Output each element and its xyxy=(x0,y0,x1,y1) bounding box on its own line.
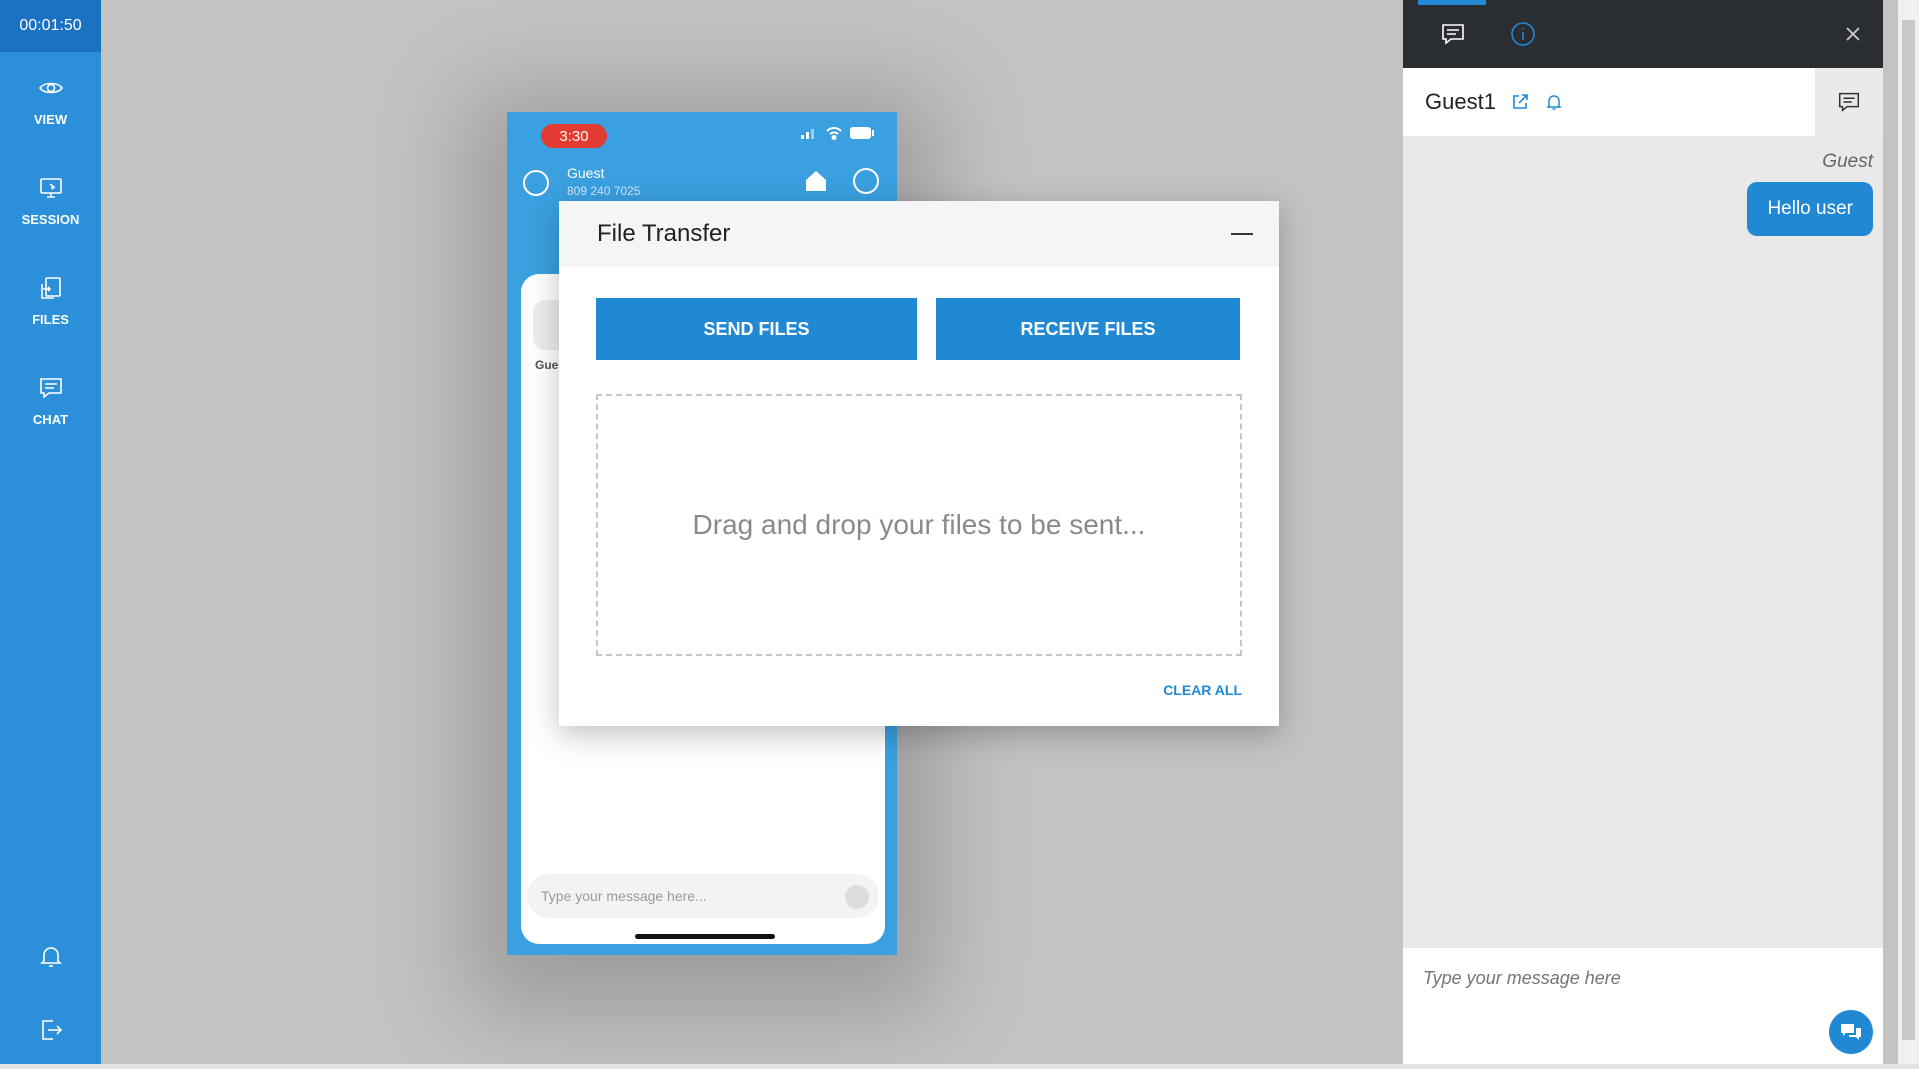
scrollbar-thumb[interactable] xyxy=(1902,20,1915,1040)
external-link-icon[interactable] xyxy=(1510,92,1530,112)
chat-tab-icon[interactable] xyxy=(1439,20,1467,48)
active-tab-indicator xyxy=(1418,0,1486,5)
chat-tabbar xyxy=(1403,0,1883,68)
dialog-header: File Transfer xyxy=(559,201,1279,267)
bottom-divider xyxy=(0,1064,1919,1069)
file-transfer-icon xyxy=(40,277,61,299)
phone-send-icon[interactable] xyxy=(845,885,869,909)
eye-icon xyxy=(38,82,63,94)
guest-avatar-icon xyxy=(523,170,549,196)
message-bubble: Hello user xyxy=(1747,182,1873,236)
sidebar-item-label: SESSION xyxy=(21,212,80,227)
chat-icon xyxy=(39,378,62,399)
sidebar-item-chat[interactable]: CHAT xyxy=(0,374,101,427)
clear-all-button[interactable]: CLEAR ALL xyxy=(1163,682,1242,698)
sidebar-item-files[interactable]: FILES xyxy=(0,274,101,327)
chat-input-area xyxy=(1403,948,1883,1064)
signal-icon xyxy=(801,129,814,139)
chat-header: Guest1 xyxy=(1403,68,1883,136)
chat-bubbles-icon xyxy=(1841,1024,1861,1040)
chat-guest-title: Guest1 xyxy=(1425,89,1496,114)
phone-status-icons xyxy=(801,126,875,140)
chat-support-button[interactable] xyxy=(1829,1010,1873,1054)
notifications-button[interactable] xyxy=(0,942,101,970)
sidebar-item-session[interactable]: SESSION xyxy=(0,174,101,227)
app-root: 00:01:50 VIEW SESSION FILES CHAT 3:30 Gu… xyxy=(0,0,1919,1069)
logout-icon xyxy=(41,1020,62,1040)
sidebar-item-label: VIEW xyxy=(33,112,68,127)
chat-icon xyxy=(1838,92,1860,112)
page-scrollbar[interactable] xyxy=(1898,0,1919,1064)
home-icon[interactable] xyxy=(803,168,829,194)
battery-icon xyxy=(850,127,874,139)
phone-input-placeholder: Type your message here... xyxy=(541,888,707,904)
session-timer: 00:01:50 xyxy=(0,0,101,52)
chat-panel: Guest1 Guest Hello user xyxy=(1403,0,1883,1064)
file-transfer-dialog: File Transfer SEND FILES RECEIVE FILES D… xyxy=(559,201,1279,726)
bell-icon[interactable] xyxy=(1544,92,1564,112)
pause-icon[interactable] xyxy=(853,168,879,194)
phone-status-time: 3:30 xyxy=(541,124,607,148)
logout-button[interactable] xyxy=(0,1016,101,1044)
monitor-icon xyxy=(39,178,62,198)
sidebar-item-label: FILES xyxy=(32,312,69,327)
file-dropzone[interactable]: Drag and drop your files to be sent... xyxy=(596,394,1242,656)
receive-files-button[interactable]: RECEIVE FILES xyxy=(936,298,1240,360)
info-icon[interactable] xyxy=(1509,20,1537,48)
dropzone-text: Drag and drop your files to be sent... xyxy=(692,509,1146,540)
phone-home-indicator xyxy=(635,934,775,939)
chat-message-input[interactable] xyxy=(1423,968,1843,989)
chat-toggle-button[interactable] xyxy=(1815,68,1883,136)
phone-guest-number: 809 240 7025 xyxy=(567,184,641,198)
phone-guest-name: Guest xyxy=(567,165,605,181)
wifi-icon xyxy=(826,127,842,140)
send-files-button[interactable]: SEND FILES xyxy=(596,298,917,360)
left-sidebar: 00:01:50 VIEW SESSION FILES CHAT xyxy=(0,0,101,1064)
close-icon[interactable] xyxy=(1841,22,1865,46)
minimize-button[interactable] xyxy=(1231,233,1253,235)
message-sender: Guest xyxy=(1822,151,1873,172)
phone-message-input[interactable]: Type your message here... xyxy=(527,874,879,918)
dialog-title: File Transfer xyxy=(597,220,731,247)
bell-icon xyxy=(39,947,62,967)
sidebar-item-view[interactable]: VIEW xyxy=(0,74,101,127)
phone-message-sender: Gue xyxy=(535,358,559,372)
sidebar-item-label: CHAT xyxy=(32,412,69,427)
